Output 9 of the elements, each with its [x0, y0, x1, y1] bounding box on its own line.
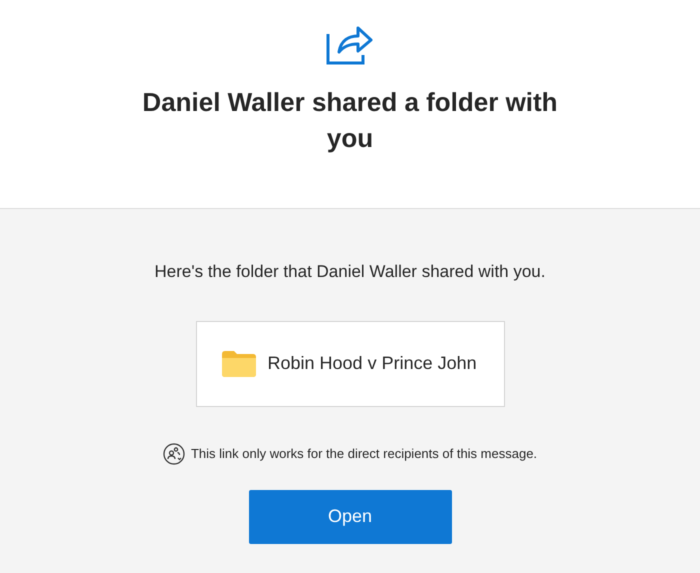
open-button[interactable]: Open — [248, 490, 452, 544]
header-title: Daniel Waller shared a folder with you — [141, 86, 559, 155]
people-icon — [162, 442, 185, 464]
notice-text: This link only works for the direct recipients of this message. — [190, 444, 538, 463]
folder-name: Robin Hood v Prince John — [268, 352, 477, 375]
message-text: Here's the folder that Daniel Waller shared with you. — [154, 261, 546, 283]
folder-icon — [222, 350, 256, 376]
share-icon — [325, 24, 375, 66]
folder-card[interactable]: Robin Hood v Prince John — [196, 320, 504, 406]
